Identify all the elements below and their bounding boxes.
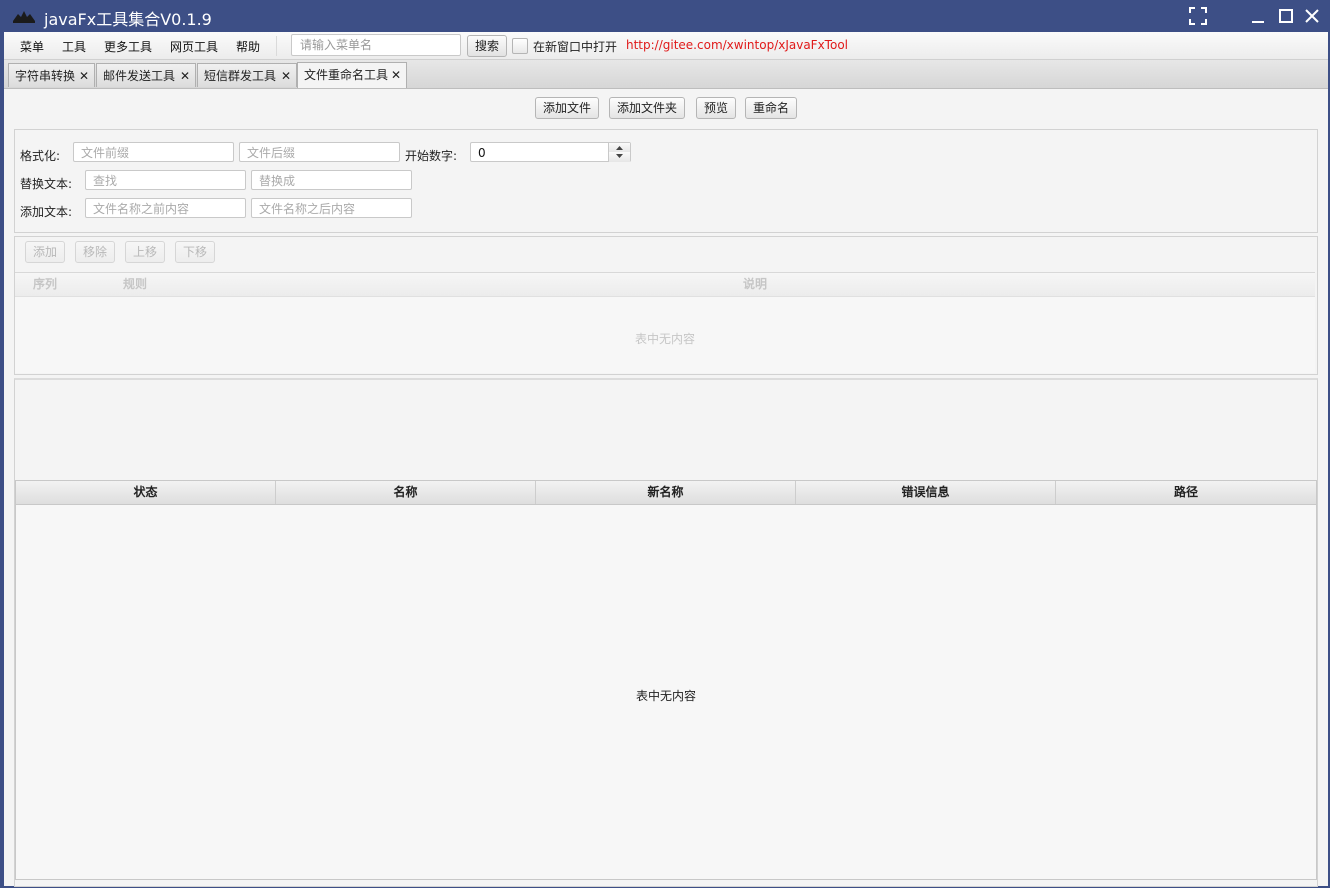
search-button[interactable]: 搜索: [467, 35, 507, 57]
tab-sms-sender[interactable]: 短信群发工具 ✕: [197, 63, 297, 87]
file-rename-tool: 添加文件 添加文件夹 预览 重命名 格式化: 文件前缀 文件后缀 开始数字: 0…: [4, 89, 1328, 887]
col-path[interactable]: 路径: [1056, 481, 1316, 504]
close-window-icon[interactable]: [1302, 6, 1322, 26]
move-up-button[interactable]: 上移: [125, 241, 165, 263]
app-logo-icon: [13, 11, 35, 23]
window-titlebar: javaFx工具集合V0.1.9: [0, 0, 1330, 32]
start-number-value: 0: [478, 146, 486, 160]
spinner-down-icon[interactable]: [608, 152, 630, 162]
add-file-button[interactable]: 添加文件: [535, 97, 599, 119]
new-window-label: 在新窗口中打开: [533, 40, 618, 54]
text-before-input[interactable]: 文件名称之前内容: [85, 198, 246, 218]
tab-label: 文件重命名工具: [304, 68, 389, 82]
add-rule-button[interactable]: 添加: [25, 241, 65, 263]
project-link[interactable]: http://gitee.com/xwintop/xJavaFxTool: [626, 38, 848, 52]
format-label: 格式化:: [20, 149, 61, 163]
close-icon[interactable]: ✕: [79, 64, 89, 88]
col-rule[interactable]: 规则: [75, 273, 195, 296]
tab-string-convert[interactable]: 字符串转换 ✕: [8, 63, 95, 87]
tab-file-rename[interactable]: 文件重命名工具 ✕: [297, 62, 407, 88]
files-table-header: 状态 名称 新名称 错误信息 路径: [16, 481, 1316, 505]
start-number-label: 开始数字:: [405, 149, 458, 163]
close-icon[interactable]: ✕: [281, 64, 291, 88]
col-error-info[interactable]: 错误信息: [796, 481, 1056, 504]
menubar-divider: [276, 36, 277, 56]
files-table: 状态 名称 新名称 错误信息 路径 表中无内容: [15, 480, 1317, 880]
col-description[interactable]: 说明: [195, 273, 1315, 296]
remove-rule-button[interactable]: 移除: [75, 241, 115, 263]
suffix-input[interactable]: 文件后缀: [239, 142, 400, 162]
tab-label: 短信群发工具: [204, 69, 277, 83]
tab-mail-sender[interactable]: 邮件发送工具 ✕: [96, 63, 196, 87]
window-body: 菜单 工具 更多工具 网页工具 帮助 请输入菜单名 搜索 在新窗口中打开 htt…: [4, 32, 1328, 887]
prefix-input[interactable]: 文件前缀: [73, 142, 234, 162]
new-window-checkbox[interactable]: [512, 38, 528, 54]
menu-search-input[interactable]: 请输入菜单名: [291, 34, 461, 56]
rules-table-header: 序列 规则 说明: [15, 273, 1315, 297]
move-down-button[interactable]: 下移: [175, 241, 215, 263]
menu-web-tools[interactable]: 网页工具: [170, 38, 218, 55]
maximize-icon[interactable]: [1276, 6, 1296, 26]
menu-tools[interactable]: 工具: [62, 38, 86, 55]
rules-panel: 添加 移除 上移 下移 序列 规则 说明 表中无内容: [14, 236, 1318, 375]
replace-text-label: 替换文本:: [20, 177, 73, 191]
col-new-name[interactable]: 新名称: [536, 481, 796, 504]
preview-button[interactable]: 预览: [696, 97, 736, 119]
find-input[interactable]: 查找: [85, 170, 246, 190]
tab-label: 字符串转换: [15, 69, 76, 83]
menu-main[interactable]: 菜单: [20, 38, 44, 55]
tab-bar: 字符串转换 ✕ 邮件发送工具 ✕ 短信群发工具 ✕ 文件重命名工具 ✕: [4, 60, 1328, 89]
start-number-spinner[interactable]: 0: [470, 142, 631, 162]
text-after-input[interactable]: 文件名称之后内容: [251, 198, 412, 218]
col-status[interactable]: 状态: [16, 481, 276, 504]
window-title: javaFx工具集合V0.1.9: [44, 10, 212, 29]
close-icon[interactable]: ✕: [180, 64, 190, 88]
rules-table-empty: 表中无内容: [634, 332, 695, 346]
files-panel: 状态 名称 新名称 错误信息 路径 表中无内容: [14, 378, 1318, 887]
menu-more-tools[interactable]: 更多工具: [104, 38, 152, 55]
fullscreen-icon[interactable]: [1188, 6, 1208, 26]
files-table-empty: 表中无内容: [635, 689, 696, 703]
col-name[interactable]: 名称: [276, 481, 536, 504]
menubar: 菜单 工具 更多工具 网页工具 帮助 请输入菜单名 搜索 在新窗口中打开 htt…: [4, 32, 1328, 60]
tab-label: 邮件发送工具: [103, 69, 176, 83]
add-folder-button[interactable]: 添加文件夹: [609, 97, 685, 119]
replace-with-input[interactable]: 替换成: [251, 170, 412, 190]
minimize-icon[interactable]: [1248, 6, 1268, 26]
add-text-label: 添加文本:: [20, 205, 73, 219]
rename-button[interactable]: 重命名: [745, 97, 797, 119]
rules-table: 序列 规则 说明 表中无内容: [15, 272, 1315, 373]
close-icon[interactable]: ✕: [391, 63, 401, 87]
col-sequence[interactable]: 序列: [15, 273, 75, 296]
rename-options-panel: 格式化: 文件前缀 文件后缀 开始数字: 0 替换文本: 查找 替换成 添加文本…: [14, 129, 1318, 233]
menu-help[interactable]: 帮助: [236, 38, 260, 55]
